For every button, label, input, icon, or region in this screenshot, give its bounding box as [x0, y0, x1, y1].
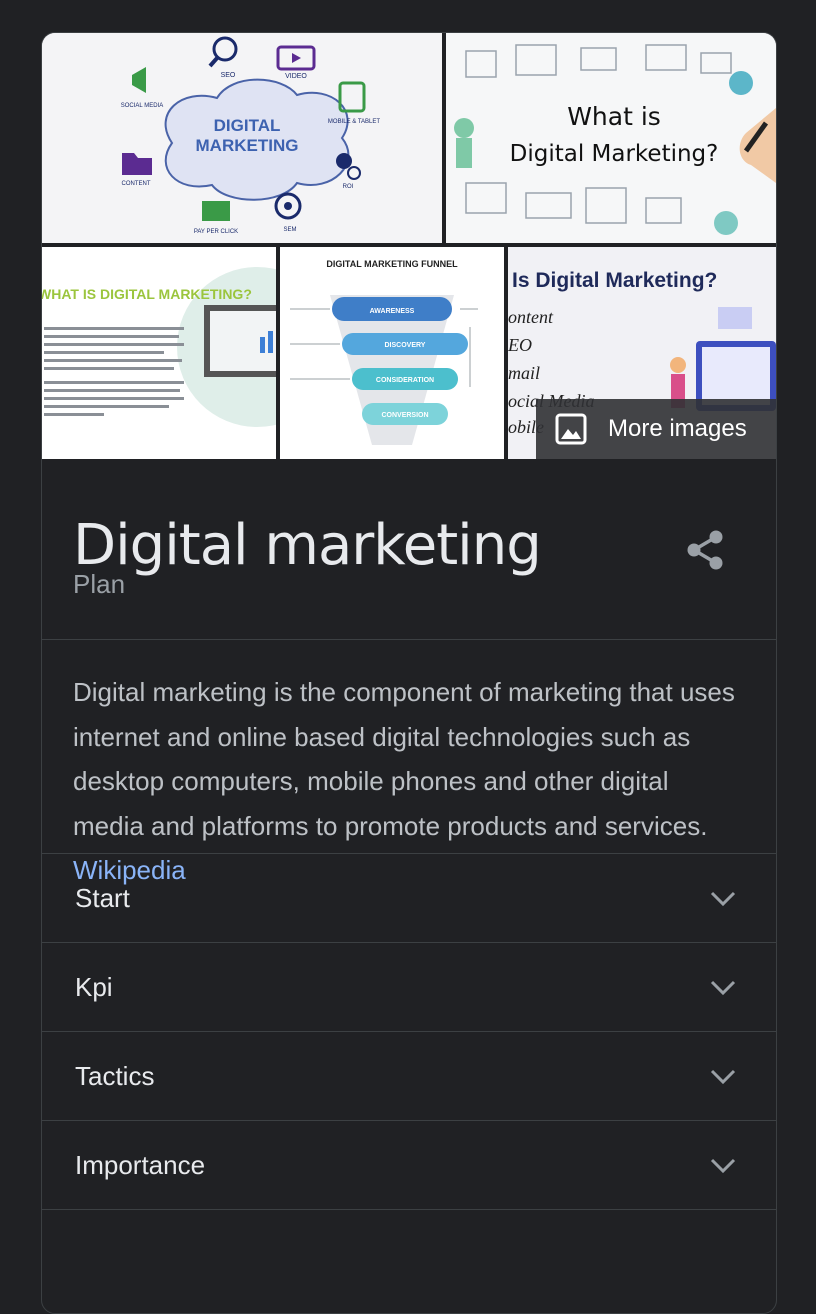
diagram-label-sem: SEM [283, 227, 296, 233]
entity-header: Digital marketing Plan [42, 459, 776, 640]
image-gallery: DIGITAL MARKETING SEO VIDEO SOCIAL MEDIA… [42, 33, 776, 459]
diagram-label-seo: SEO [221, 72, 236, 79]
funnel-image: DIGITAL MARKETING FUNNEL AWARENESS DISCO… [280, 247, 504, 459]
section-start[interactable]: Start [42, 854, 776, 943]
section-tactics[interactable]: Tactics [42, 1032, 776, 1121]
knowledge-panel: DIGITAL MARKETING SEO VIDEO SOCIAL MEDIA… [41, 32, 777, 1314]
chevron-down-icon [710, 1069, 736, 1085]
diagram-label-content: CONTENT [122, 181, 151, 187]
image-thumbnail-funnel[interactable]: DIGITAL MARKETING FUNNEL AWARENESS DISCO… [280, 247, 504, 459]
image-thumbnail-article[interactable]: WHAT IS DIGITAL MARKETING? [42, 247, 276, 459]
funnel-stage-label-4: CONVERSION [381, 412, 428, 419]
description-text: Digital marketing is the component of ma… [73, 677, 735, 841]
diagram-label-mobile: MOBILE & TABLET [328, 119, 380, 125]
section-label-tactics: Tactics [75, 1061, 155, 1091]
chevron-down-icon [710, 1158, 736, 1174]
entity-title: Digital marketing [73, 513, 542, 578]
section-kpi[interactable]: Kpi [42, 943, 776, 1032]
article-heading: WHAT IS DIGITAL MARKETING? [42, 286, 252, 302]
section-importance[interactable]: Importance [42, 1121, 776, 1210]
diagram-label-roi: ROI [343, 184, 354, 190]
diagram-label-ppc: PAY PER CLICK [194, 229, 238, 235]
image-thumbnail-digital-marketing-diagram[interactable]: DIGITAL MARKETING SEO VIDEO SOCIAL MEDIA… [42, 33, 442, 243]
digital-marketing-diagram-image: DIGITAL MARKETING SEO VIDEO SOCIAL MEDIA… [42, 33, 442, 243]
chevron-down-icon [710, 980, 736, 996]
section-label-kpi: Kpi [75, 972, 113, 1002]
entity-description: Digital marketing is the component of ma… [42, 640, 776, 885]
more-images-button[interactable]: More images [536, 399, 776, 459]
section-label-start: Start [75, 883, 130, 913]
whiteboard-text-line1: What is [567, 102, 661, 131]
diagram-label-video: VIDEO [285, 73, 307, 80]
list-item-2: EO [508, 335, 532, 355]
money-icon [202, 201, 230, 221]
diagram-label-social-media: SOCIAL MEDIA [121, 103, 163, 109]
funnel-stage-label-1: AWARENESS [370, 308, 415, 315]
image-thumbnail-whiteboard[interactable]: What is Digital Marketing? [446, 33, 776, 243]
whiteboard-text-line2: Digital Marketing? [510, 141, 719, 167]
list-item-3: mail [508, 363, 540, 383]
more-images-label: More images [608, 415, 747, 442]
whiteboard-image: What is Digital Marketing? [446, 33, 776, 243]
chevron-down-icon [710, 891, 736, 907]
diagram-title-line1: DIGITAL [214, 116, 281, 135]
funnel-heading: DIGITAL MARKETING FUNNEL [326, 259, 458, 269]
funnel-stage-label-2: DISCOVERY [385, 342, 426, 349]
diagram-title-line2: MARKETING [196, 136, 299, 155]
image-icon [555, 413, 587, 445]
article-image: WHAT IS DIGITAL MARKETING? [42, 247, 276, 459]
entity-subtitle: Plan [73, 569, 126, 599]
funnel-stage-label-3: CONSIDERATION [376, 377, 434, 384]
list-heading: Is Digital Marketing? [512, 269, 717, 292]
share-icon[interactable] [682, 527, 728, 573]
person-icon [336, 153, 352, 169]
section-label-importance: Importance [75, 1150, 206, 1180]
list-item-1: ontent [508, 307, 554, 327]
